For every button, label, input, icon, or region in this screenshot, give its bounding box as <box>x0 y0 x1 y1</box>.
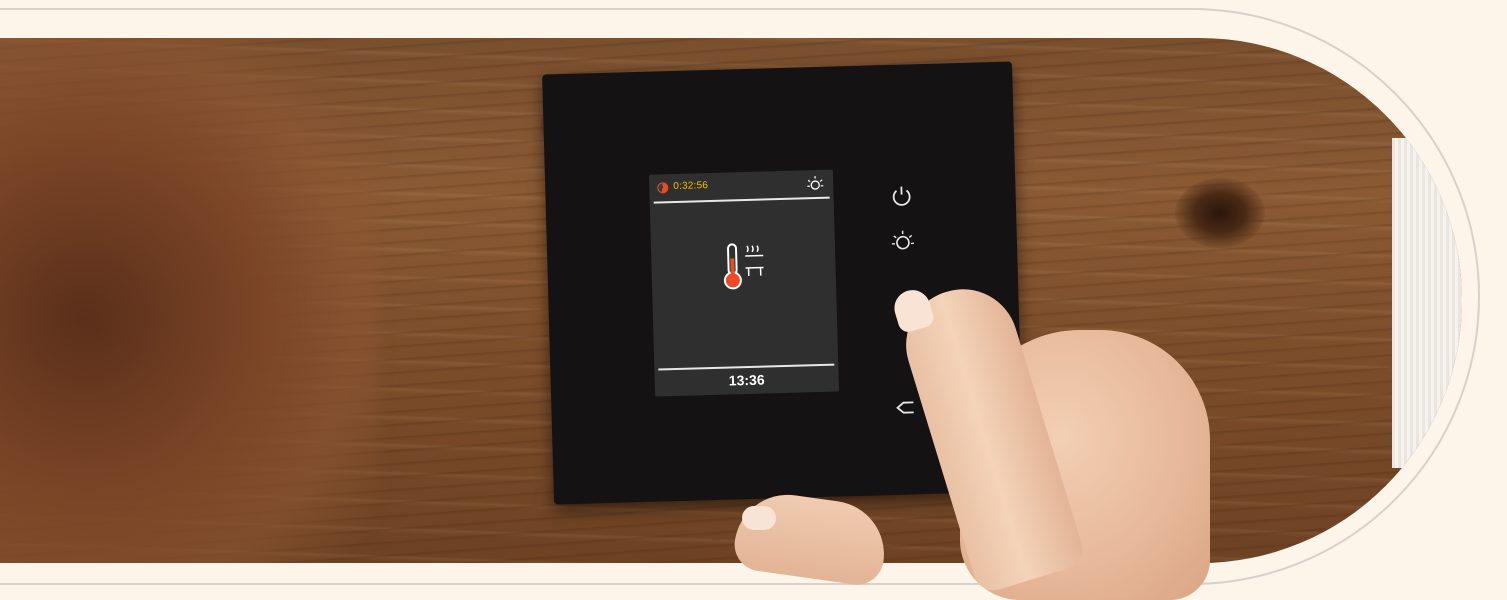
back-arrow-icon[interactable] <box>891 394 918 421</box>
blurred-person-hair <box>0 38 380 563</box>
power-icon[interactable] <box>888 182 915 209</box>
light-bulb-icon <box>805 174 826 195</box>
towel <box>1392 138 1462 468</box>
clock-text: 13:36 <box>655 369 839 390</box>
sauna-bench-heat-icon <box>745 246 764 276</box>
timer-progress-icon <box>657 182 668 193</box>
wood-knot <box>1175 178 1265 248</box>
thermometer-icon <box>724 244 741 288</box>
thermometer-bench-icon <box>717 237 773 294</box>
timer-text: 0:32:56 <box>673 180 708 192</box>
thumbnail <box>742 506 776 530</box>
control-screen: 0:32:56 <box>649 170 839 397</box>
light-bulb-icon[interactable] <box>890 228 917 255</box>
